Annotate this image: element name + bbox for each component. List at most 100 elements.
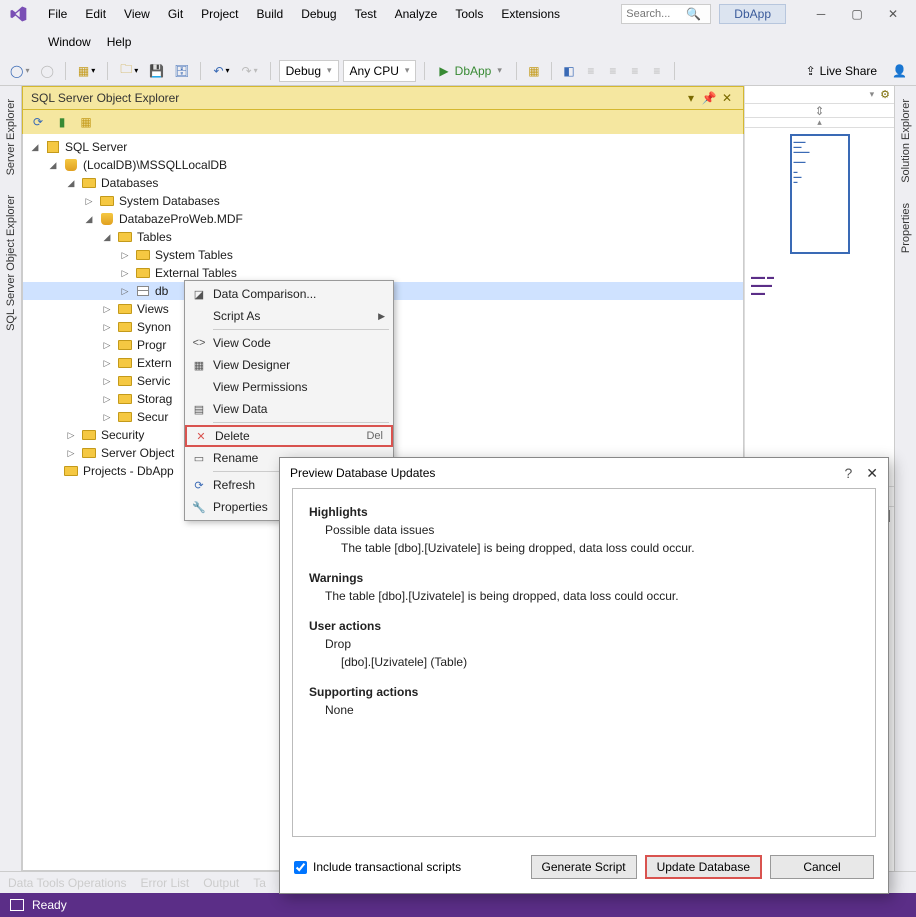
preview-database-updates-dialog: Preview Database Updates ? ✕ Highlights …: [279, 457, 889, 894]
open-button[interactable]: 🗀▾: [116, 60, 142, 81]
left-tool-rail: Server Explorer SQL Server Object Explor…: [0, 86, 22, 871]
forward-button[interactable]: ◯: [37, 60, 56, 82]
user-actions-line1: Drop: [309, 635, 859, 653]
cm-delete[interactable]: ✕DeleteDel: [185, 425, 393, 447]
pin-icon[interactable]: 📌: [701, 90, 717, 106]
menubar: File Edit View Git Project Build Debug T…: [40, 3, 568, 25]
user-actions-line2: [dbo].[Uzivatele] (Table): [309, 653, 859, 671]
live-share-button[interactable]: ⇪ Live Share: [798, 62, 885, 80]
dialog-titlebar: Preview Database Updates ? ✕: [280, 458, 888, 488]
warnings-heading: Warnings: [309, 571, 363, 585]
solution-label[interactable]: DbApp: [719, 4, 786, 24]
minimize-button[interactable]: ─: [804, 3, 838, 25]
split-handle-icon[interactable]: ⇕: [745, 104, 894, 118]
tab-solution-explorer[interactable]: Solution Explorer: [897, 90, 915, 192]
gear-icon[interactable]: ⚙: [880, 88, 890, 101]
tree-databases[interactable]: ◢Databases: [23, 174, 743, 192]
rename-icon: ▭: [189, 452, 209, 465]
back-button[interactable]: ◯▾: [6, 64, 33, 78]
include-transactional-checkbox[interactable]: Include transactional scripts: [294, 860, 461, 874]
tab-output[interactable]: Output: [203, 876, 239, 890]
menu-file[interactable]: File: [40, 3, 75, 25]
close-dialog-icon[interactable]: ✕: [866, 465, 878, 482]
menu-window[interactable]: Window: [40, 31, 99, 53]
platform-dropdown[interactable]: Any CPU▾: [343, 60, 417, 82]
close-panel-icon[interactable]: ✕: [719, 90, 735, 106]
config-dropdown[interactable]: Debug▾: [279, 60, 339, 82]
generate-script-button[interactable]: Generate Script: [531, 855, 637, 879]
refresh-icon: ⟳: [189, 479, 209, 492]
tb-icon-5[interactable]: ≡: [626, 60, 644, 82]
code-minimap[interactable]: ▬▬▬▬▬▬▬▬▬▬▬▬▬▬▬▬ ▬▬ ▬▬▬▬▬▬: [745, 128, 894, 486]
menu-git[interactable]: Git: [160, 3, 191, 25]
checkbox-input[interactable]: [294, 861, 307, 874]
tree-instance[interactable]: ◢(LocalDB)\MSSQLLocalDB: [23, 156, 743, 174]
search-input[interactable]: [626, 8, 686, 20]
menu-extensions[interactable]: Extensions: [493, 3, 568, 25]
dialog-footer: Include transactional scripts Generate S…: [280, 847, 888, 893]
tree-user-database[interactable]: ◢DatabazeProWeb.MDF: [23, 210, 743, 228]
undo-button[interactable]: ↶▾: [209, 64, 233, 78]
cancel-button[interactable]: Cancel: [770, 855, 874, 879]
status-icon: [10, 899, 24, 911]
close-button[interactable]: ✕: [876, 3, 910, 25]
menu-tools[interactable]: Tools: [447, 3, 491, 25]
update-database-button[interactable]: Update Database: [645, 855, 762, 879]
menu-analyze[interactable]: Analyze: [387, 3, 446, 25]
tab-sql-server-object-explorer[interactable]: SQL Server Object Explorer: [2, 186, 20, 340]
tb-icon-2[interactable]: ◧: [560, 60, 578, 82]
help-icon[interactable]: ?: [844, 465, 852, 481]
cm-script-as[interactable]: Script As▶: [185, 305, 393, 327]
checkbox-label: Include transactional scripts: [313, 860, 461, 874]
explorer-title: SQL Server Object Explorer: [31, 91, 681, 105]
window-position-icon[interactable]: ▾: [683, 90, 699, 106]
right-tool-rail: Solution Explorer Properties: [894, 86, 916, 871]
tb-icon-3[interactable]: ≡: [582, 60, 600, 82]
menu-project[interactable]: Project: [193, 3, 246, 25]
tab-data-tools[interactable]: Data Tools Operations: [8, 876, 127, 890]
tree-system-tables[interactable]: ▷System Tables: [23, 246, 743, 264]
redo-button[interactable]: ↷▾: [238, 64, 262, 78]
explorer-header: SQL Server Object Explorer ▾ 📌 ✕: [22, 86, 744, 110]
add-server-icon[interactable]: ▮: [53, 111, 71, 133]
save-button[interactable]: 💾: [146, 60, 167, 82]
new-item-button[interactable]: ▦▾: [74, 64, 99, 78]
cm-view-code[interactable]: <>View Code: [185, 332, 393, 354]
search-box[interactable]: 🔍: [621, 4, 711, 24]
menu-edit[interactable]: Edit: [77, 3, 114, 25]
group-icon[interactable]: ▦: [77, 111, 95, 133]
menu-help[interactable]: Help: [99, 31, 140, 53]
start-button[interactable]: ▶DbApp▾: [433, 60, 507, 82]
cm-data-comparison[interactable]: ◪Data Comparison...: [185, 283, 393, 305]
cm-view-data[interactable]: ▤View Data: [185, 398, 393, 420]
tab-properties[interactable]: Properties: [897, 194, 915, 262]
menu-test[interactable]: Test: [347, 3, 385, 25]
tree-system-databases[interactable]: ▷System Databases: [23, 192, 743, 210]
supporting-heading: Supporting actions: [309, 685, 418, 699]
tree-sql-server[interactable]: ◢SQL Server: [23, 138, 743, 156]
maximize-button[interactable]: ▢: [840, 3, 874, 25]
share-icon: ⇪: [806, 64, 816, 78]
tb-icon-6[interactable]: ≡: [648, 60, 666, 82]
tab-error-list[interactable]: Error List: [141, 876, 190, 890]
save-all-button[interactable]: 🗄: [171, 60, 192, 82]
menu-debug[interactable]: Debug: [293, 3, 344, 25]
cm-view-permissions[interactable]: View Permissions: [185, 376, 393, 398]
title-bar: File Edit View Git Project Build Debug T…: [0, 0, 916, 56]
menu-build[interactable]: Build: [249, 3, 292, 25]
tab-task[interactable]: Ta: [253, 876, 266, 890]
designer-icon: ▦: [189, 359, 209, 372]
data-icon: ▤: [189, 403, 209, 416]
tree-tables[interactable]: ◢Tables: [23, 228, 743, 246]
dropdown-icon[interactable]: ▾: [870, 89, 875, 100]
highlights-line1: Possible data issues: [309, 521, 859, 539]
refresh-icon[interactable]: ⟳: [29, 111, 47, 133]
warnings-line1: The table [dbo].[Uzivatele] is being dro…: [309, 587, 859, 605]
tb-icon-4[interactable]: ≡: [604, 60, 622, 82]
cm-view-designer[interactable]: ▦View Designer: [185, 354, 393, 376]
tb-icon-1[interactable]: ▦: [525, 60, 543, 82]
account-icon[interactable]: 👤: [889, 60, 910, 82]
tab-server-explorer[interactable]: Server Explorer: [2, 90, 20, 184]
menu-view[interactable]: View: [116, 3, 158, 25]
explorer-toolbar: ⟳ ▮ ▦: [22, 110, 744, 134]
